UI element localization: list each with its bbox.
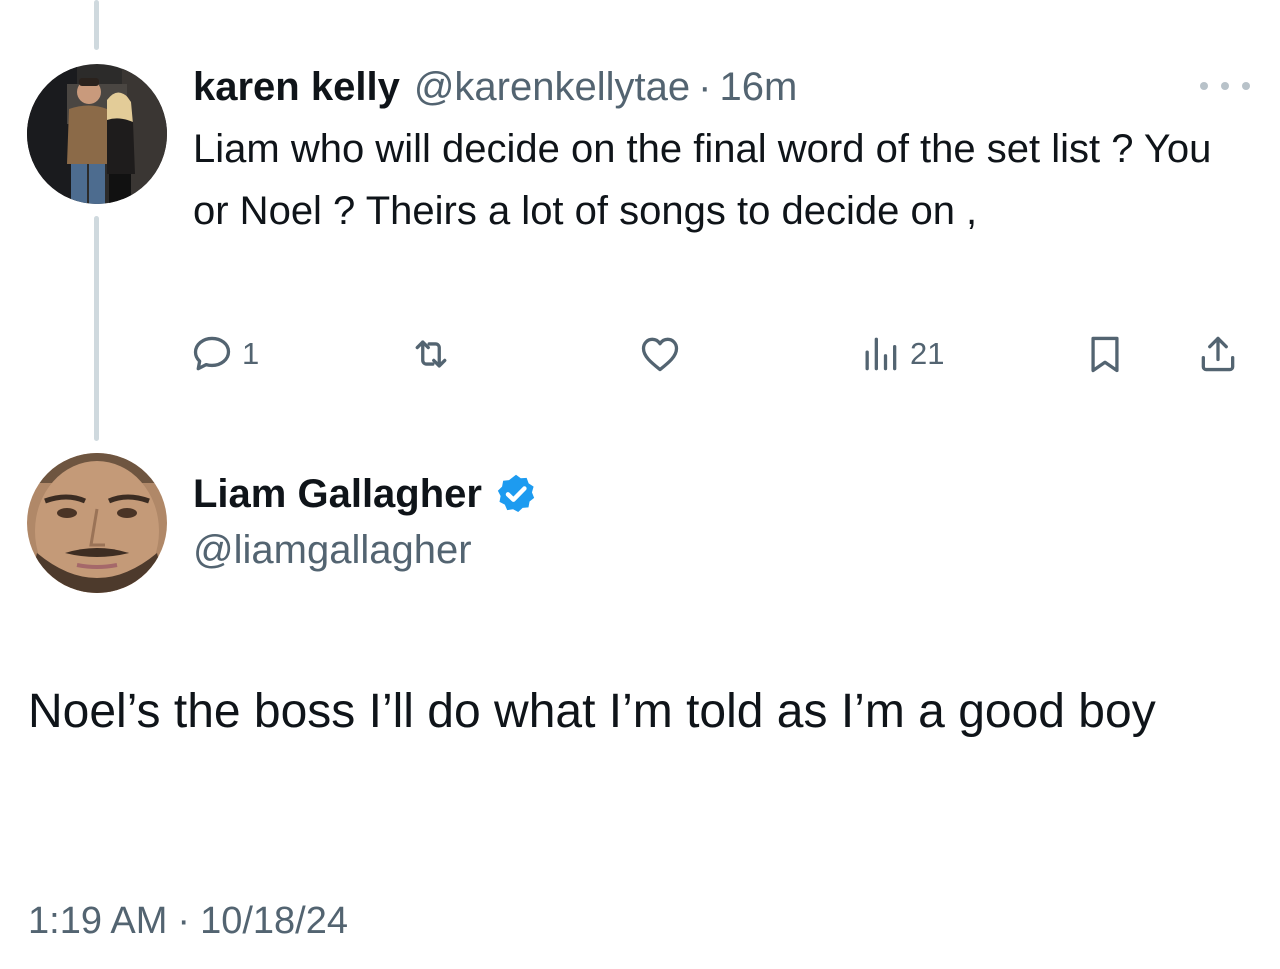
comment-icon xyxy=(193,336,231,371)
reply-timestamp[interactable]: 16m xyxy=(719,65,797,110)
tweet-thread-page: karen kelly @karenkellytae · 16m Liam wh… xyxy=(0,0,1280,969)
more-options-button[interactable] xyxy=(1200,74,1250,98)
reply-tweet-header: karen kelly @karenkellytae · 16m xyxy=(193,60,797,114)
header-separator: · xyxy=(698,64,712,109)
retweet-button[interactable] xyxy=(409,326,453,382)
heart-icon xyxy=(641,337,679,372)
reply-tweet-text: Liam who will decide on the final word o… xyxy=(193,127,1212,233)
more-dot-icon xyxy=(1200,82,1208,90)
analytics-bars-icon xyxy=(865,337,897,371)
bookmark-icon xyxy=(1091,336,1119,373)
main-tweet-text: Noel’s the boss I’ll do what I’m told as… xyxy=(28,685,1156,738)
main-author-name-row: Liam Gallagher xyxy=(193,466,538,522)
main-author-handle[interactable]: @liamgallagher xyxy=(193,528,472,573)
share-button[interactable] xyxy=(1196,326,1240,382)
verified-badge-icon[interactable] xyxy=(494,472,538,516)
main-tweet-timestamp[interactable]: 1:19 AM · 10/18/24 xyxy=(28,900,348,943)
views-count: 21 xyxy=(910,336,945,371)
main-author-avatar[interactable] xyxy=(27,453,167,593)
retweet-icon xyxy=(415,340,447,368)
tweet-date: 10/18/24 xyxy=(200,900,348,942)
more-dot-icon xyxy=(1221,82,1229,90)
share-icon xyxy=(1201,336,1235,372)
more-dot-icon xyxy=(1242,82,1250,90)
main-author-name[interactable]: Liam Gallagher xyxy=(193,472,482,517)
meta-separator: · xyxy=(177,900,191,942)
reply-action-bar: 1 21 xyxy=(0,326,1280,382)
reply-author-avatar[interactable] xyxy=(27,64,167,204)
user-photo-avatar-icon xyxy=(27,64,167,204)
reply-button[interactable]: 1 xyxy=(190,326,259,382)
thread-connector-line xyxy=(94,0,99,50)
tweet-time: 1:19 AM xyxy=(28,900,168,942)
views-button[interactable]: 21 xyxy=(858,326,944,382)
bookmark-button[interactable] xyxy=(1083,326,1127,382)
user-photo-avatar-icon xyxy=(27,453,167,593)
like-button[interactable] xyxy=(638,326,682,382)
reply-count: 1 xyxy=(242,336,260,371)
reply-author-name[interactable]: karen kelly xyxy=(193,65,400,110)
reply-author-handle[interactable]: @karenkellytae xyxy=(414,65,690,110)
